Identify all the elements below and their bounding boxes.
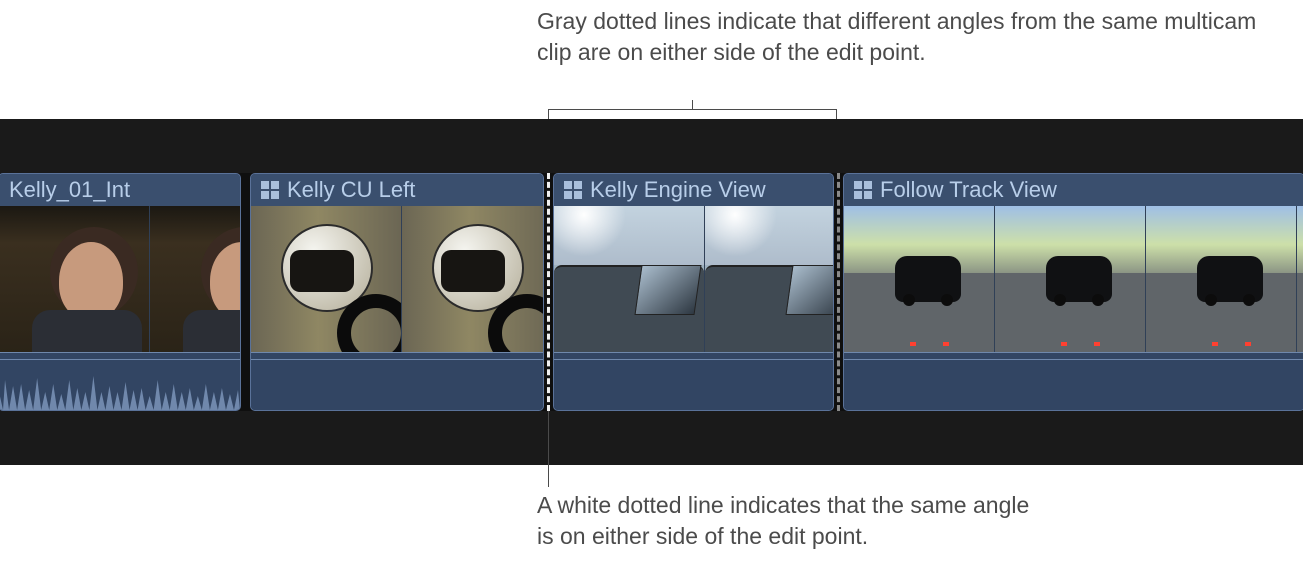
multicam-icon bbox=[564, 181, 582, 199]
clip-audio bbox=[0, 352, 240, 410]
clip-header: Kelly CU Left bbox=[251, 174, 543, 206]
clip-thumbnail bbox=[705, 206, 834, 354]
clip-thumbnail bbox=[251, 206, 401, 354]
edit-point-same-angle bbox=[547, 173, 550, 411]
clip-thumbnail bbox=[1297, 206, 1303, 354]
multicam-icon bbox=[261, 181, 279, 199]
multicam-icon bbox=[854, 181, 872, 199]
clip-audio bbox=[844, 352, 1303, 410]
clip-thumbnail bbox=[995, 206, 1145, 354]
clip-header: Kelly_01_Int bbox=[0, 174, 240, 206]
callout-line bbox=[692, 100, 693, 110]
clip-thumbnail bbox=[1146, 206, 1296, 354]
clip-thumbnail bbox=[554, 206, 704, 354]
annotation-top: Gray dotted lines indicate that differen… bbox=[537, 6, 1257, 68]
callout-line bbox=[548, 411, 549, 487]
timeline-clip[interactable]: Kelly_01_Int bbox=[0, 173, 241, 411]
annotation-bottom: A white dotted line indicates that the s… bbox=[537, 490, 1037, 552]
clip-audio bbox=[251, 352, 543, 410]
audio-waveform bbox=[0, 370, 240, 410]
timeline-clip[interactable]: Follow Track View bbox=[843, 173, 1303, 411]
clip-label: Follow Track View bbox=[880, 177, 1057, 203]
clip-thumbnails bbox=[0, 206, 241, 354]
clip-header: Follow Track View bbox=[844, 174, 1303, 206]
clip-thumbnails bbox=[554, 206, 834, 354]
clip-thumbnails bbox=[251, 206, 544, 354]
edit-point-diff-angle bbox=[837, 173, 840, 411]
clip-label: Kelly_01_Int bbox=[9, 177, 130, 203]
clip-label: Kelly CU Left bbox=[287, 177, 415, 203]
timeline-clip[interactable]: Kelly CU Left bbox=[250, 173, 544, 411]
timeline: Kelly_01_Int Kelly CU Left bbox=[0, 119, 1303, 465]
clip-header: Kelly Engine View bbox=[554, 174, 833, 206]
clip-audio bbox=[554, 352, 833, 410]
clip-thumbnail bbox=[0, 206, 149, 354]
clip-label: Kelly Engine View bbox=[590, 177, 766, 203]
clip-thumbnail bbox=[844, 206, 994, 354]
timeline-clip[interactable]: Kelly Engine View bbox=[553, 173, 834, 411]
clip-thumbnail bbox=[402, 206, 544, 354]
clip-thumbnails bbox=[844, 206, 1303, 354]
clip-thumbnail bbox=[150, 206, 241, 354]
